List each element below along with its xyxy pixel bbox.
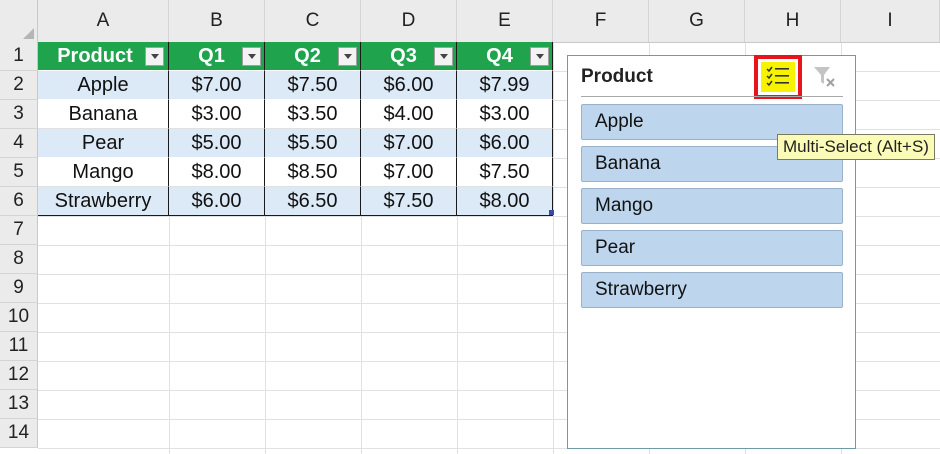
multi-select-button[interactable] bbox=[754, 55, 802, 99]
table-cell[interactable]: $8.50 bbox=[265, 158, 361, 187]
row-header-4[interactable]: 4 bbox=[0, 129, 38, 158]
column-header-bar: A B C D E F G H I bbox=[0, 0, 940, 43]
table-cell[interactable]: $7.00 bbox=[169, 71, 265, 100]
slicer-title: Product bbox=[581, 66, 653, 87]
dropdown-arrow-icon bbox=[247, 54, 256, 59]
row-header-8[interactable]: 8 bbox=[0, 245, 38, 274]
table-cell[interactable]: $5.00 bbox=[169, 129, 265, 158]
table-header-cell[interactable]: Q1 bbox=[169, 42, 265, 71]
table-header-label: Q1 bbox=[198, 44, 225, 67]
table-cell[interactable]: $7.00 bbox=[361, 129, 457, 158]
table-header-label: Product bbox=[57, 44, 133, 67]
dropdown-arrow-icon bbox=[150, 54, 159, 59]
table-cell[interactable]: $7.00 bbox=[361, 158, 457, 187]
column-header-i[interactable]: I bbox=[841, 0, 940, 42]
row-header-14[interactable]: 14 bbox=[0, 419, 38, 448]
row-header-12[interactable]: 12 bbox=[0, 361, 38, 390]
column-header-g[interactable]: G bbox=[649, 0, 745, 42]
row-header-3[interactable]: 3 bbox=[0, 100, 38, 129]
row-header-9[interactable]: 9 bbox=[0, 274, 38, 303]
column-header-c[interactable]: C bbox=[265, 0, 361, 42]
table-cell[interactable]: $7.99 bbox=[457, 71, 553, 100]
column-header-f[interactable]: F bbox=[553, 0, 649, 42]
table-cell[interactable]: $8.00 bbox=[457, 187, 553, 216]
table-cell[interactable]: $8.00 bbox=[169, 158, 265, 187]
table-cell[interactable]: Mango bbox=[38, 158, 169, 187]
clear-filter-button[interactable] bbox=[812, 64, 838, 90]
filter-dropdown-button[interactable] bbox=[530, 47, 549, 66]
table-cell[interactable]: $7.50 bbox=[265, 71, 361, 100]
table-cell[interactable]: Banana bbox=[38, 100, 169, 129]
row-header-7[interactable]: 7 bbox=[0, 216, 38, 245]
product-slicer[interactable]: Product Apple Banana Mango Pear Strawber… bbox=[567, 55, 856, 449]
row-header-6[interactable]: 6 bbox=[0, 187, 38, 216]
filter-dropdown-button[interactable] bbox=[434, 47, 453, 66]
table-resize-handle[interactable] bbox=[549, 210, 554, 215]
slicer-item-strawberry[interactable]: Strawberry bbox=[581, 272, 843, 308]
table-cell[interactable]: $6.00 bbox=[361, 71, 457, 100]
table-cell[interactable]: $7.50 bbox=[457, 158, 553, 187]
spreadsheet: A B C D E F G H I 1 2 3 4 5 6 7 8 9 10 1… bbox=[0, 0, 940, 454]
table-header-label: Q3 bbox=[390, 44, 417, 67]
filter-dropdown-button[interactable] bbox=[338, 47, 357, 66]
table-cell[interactable]: $4.00 bbox=[361, 100, 457, 129]
dropdown-arrow-icon bbox=[535, 54, 544, 59]
table-cell[interactable]: Apple bbox=[38, 71, 169, 100]
table-header-label: Q4 bbox=[486, 44, 513, 67]
table-header-label: Q2 bbox=[294, 44, 321, 67]
row-header-5[interactable]: 5 bbox=[0, 158, 38, 187]
multi-select-tooltip: Multi-Select (Alt+S) bbox=[777, 134, 935, 160]
table-cell[interactable]: $6.00 bbox=[457, 129, 553, 158]
table-cell[interactable]: Pear bbox=[38, 129, 169, 158]
table-cell[interactable]: $6.50 bbox=[265, 187, 361, 216]
column-header-b[interactable]: B bbox=[169, 0, 265, 42]
multi-select-icon bbox=[766, 66, 789, 87]
column-header-e[interactable]: E bbox=[457, 0, 553, 42]
row-header-2[interactable]: 2 bbox=[0, 71, 38, 100]
slicer-divider bbox=[581, 96, 843, 97]
select-all-corner[interactable] bbox=[0, 0, 38, 42]
row-header-10[interactable]: 10 bbox=[0, 303, 38, 332]
column-header-a[interactable]: A bbox=[38, 0, 169, 42]
dropdown-arrow-icon bbox=[343, 54, 352, 59]
slicer-item-mango[interactable]: Mango bbox=[581, 188, 843, 224]
table-cell[interactable]: $6.00 bbox=[169, 187, 265, 216]
table-cell[interactable]: $7.50 bbox=[361, 187, 457, 216]
filter-dropdown-button[interactable] bbox=[242, 47, 261, 66]
row-header-11[interactable]: 11 bbox=[0, 332, 38, 361]
table-header-cell[interactable]: Q2 bbox=[265, 42, 361, 71]
dropdown-arrow-icon bbox=[439, 54, 448, 59]
column-header-h[interactable]: H bbox=[745, 0, 841, 42]
slicer-item-pear[interactable]: Pear bbox=[581, 230, 843, 266]
table-cell[interactable]: $3.00 bbox=[169, 100, 265, 129]
table-cell[interactable]: $5.50 bbox=[265, 129, 361, 158]
table-cell[interactable]: Strawberry bbox=[38, 187, 169, 216]
filter-dropdown-button[interactable] bbox=[145, 47, 164, 66]
table-cell[interactable]: $3.00 bbox=[457, 100, 553, 129]
clear-filter-icon bbox=[814, 67, 835, 87]
table-cell[interactable]: $3.50 bbox=[265, 100, 361, 129]
row-header-1[interactable]: 1 bbox=[0, 42, 38, 71]
row-header-13[interactable]: 13 bbox=[0, 390, 38, 419]
table-header-cell[interactable]: Product bbox=[38, 42, 169, 71]
column-header-d[interactable]: D bbox=[361, 0, 457, 42]
table-header-cell[interactable]: Q4 bbox=[457, 42, 553, 71]
table-header-cell[interactable]: Q3 bbox=[361, 42, 457, 71]
